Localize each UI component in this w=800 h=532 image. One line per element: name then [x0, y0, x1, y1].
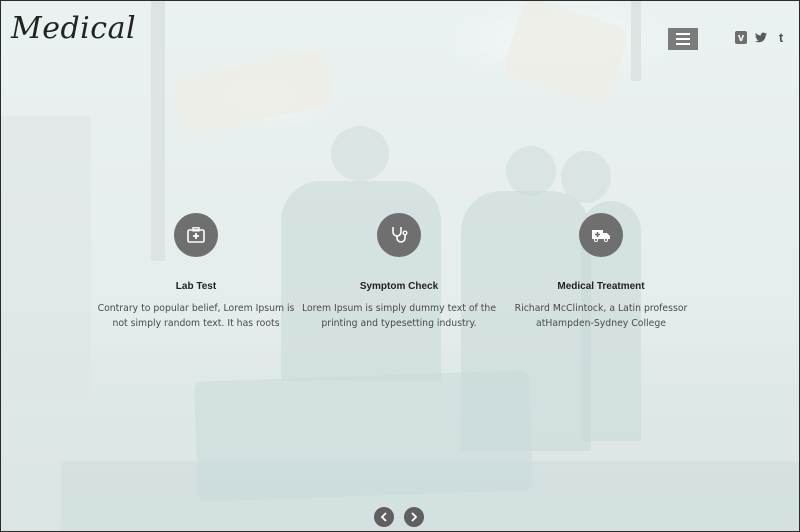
prev-slide-button[interactable]	[374, 507, 394, 527]
tumblr-icon[interactable]: t	[775, 30, 787, 45]
twitter-icon[interactable]	[755, 31, 767, 44]
feature-title: Symptom Check	[359, 281, 439, 292]
feature-text: Richard McClintock, a Latin professor at…	[514, 303, 688, 329]
slider-controls	[374, 507, 424, 527]
stethoscope-icon	[377, 213, 421, 257]
chevron-left-icon	[380, 512, 387, 522]
feature-text: Lorem Ipsum is simply dummy text of the …	[301, 303, 497, 329]
hamburger-icon	[676, 33, 690, 35]
feature-title: Lab Test	[175, 281, 217, 292]
hamburger-menu-button[interactable]	[668, 28, 698, 50]
social-links: v t	[735, 30, 787, 45]
next-slide-button[interactable]	[404, 507, 424, 527]
site-logo[interactable]: Medical	[11, 11, 136, 46]
vimeo-icon[interactable]: v	[735, 31, 747, 44]
hero-section: Medical v t Lab Test Contrary to popular…	[0, 0, 800, 532]
feature-title: Medical Treatment	[557, 281, 645, 292]
first-aid-kit-icon	[174, 213, 218, 257]
feature-lab-test: Lab Test Contrary to popular belief, Lor…	[96, 213, 296, 331]
feature-medical-treatment: Medical Treatment Richard McClintock, a …	[501, 213, 701, 331]
feature-symptom-check: Symptom Check Lorem Ipsum is simply dumm…	[299, 213, 499, 331]
feature-text: Contrary to popular belief, Lorem Ipsum …	[97, 303, 295, 329]
chevron-right-icon	[411, 512, 418, 522]
ambulance-icon	[579, 213, 623, 257]
